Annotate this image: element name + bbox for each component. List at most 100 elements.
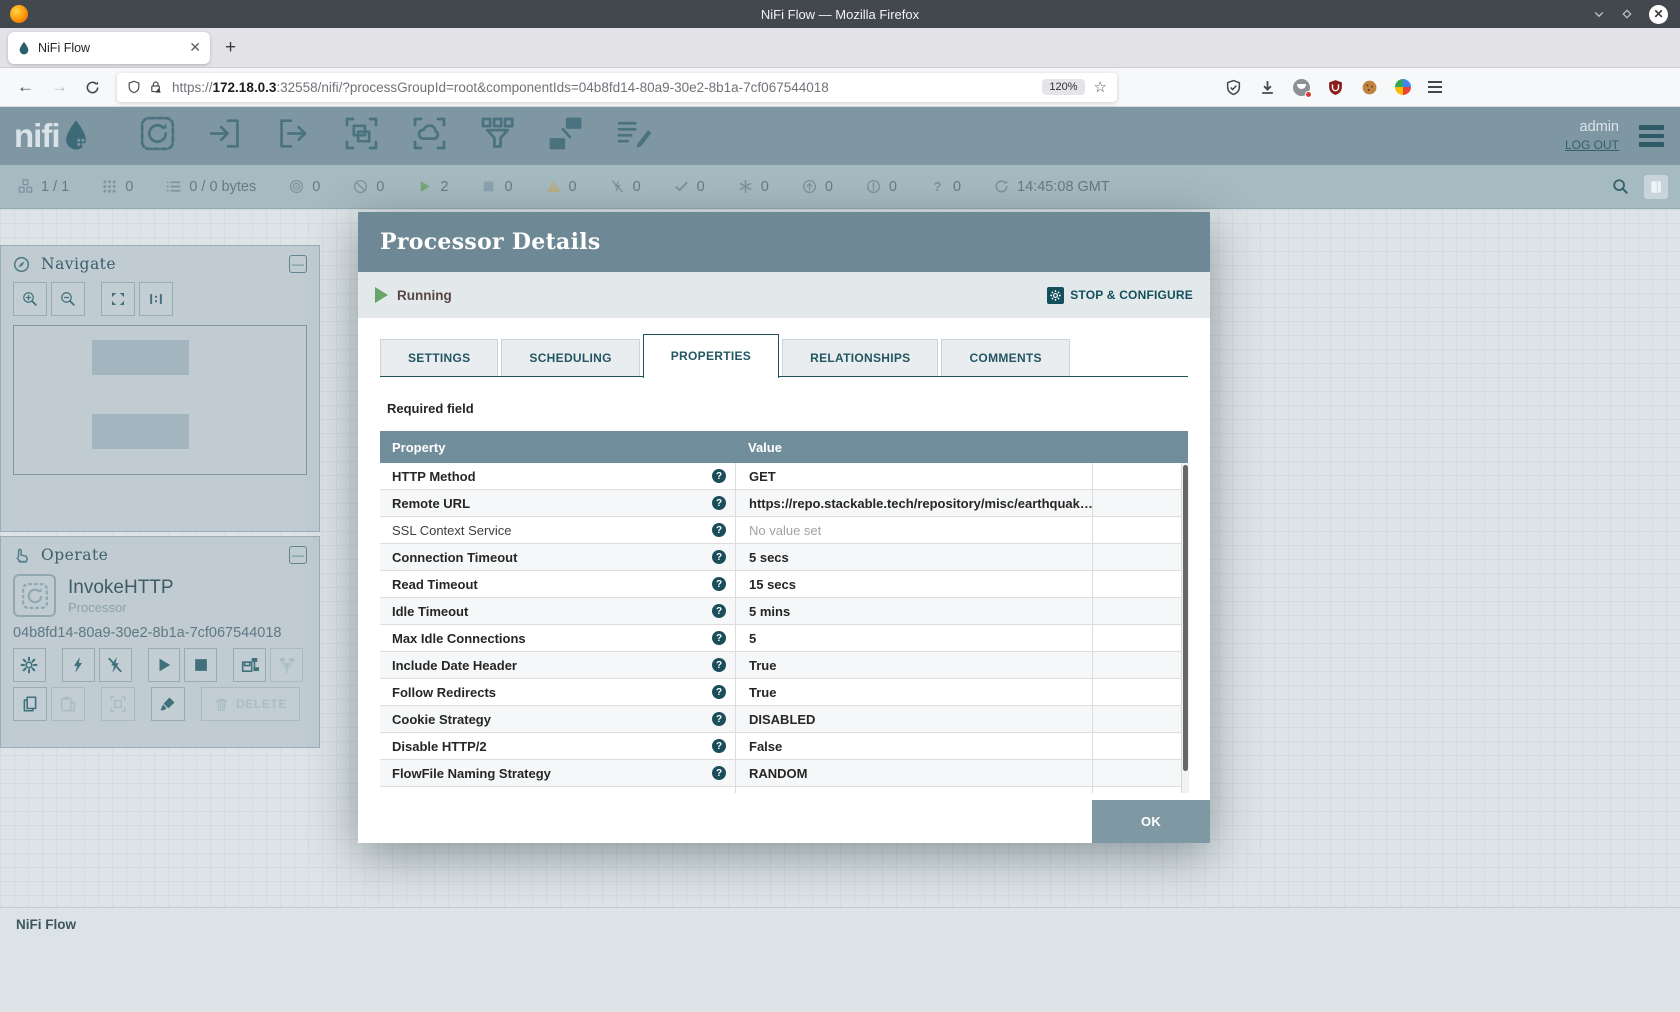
fit-button[interactable] bbox=[101, 282, 135, 316]
property-value-cell[interactable]: True bbox=[735, 679, 1092, 705]
property-row[interactable]: Read Timeout?15 secs bbox=[380, 571, 1188, 598]
logout-link[interactable]: LOG OUT bbox=[1565, 138, 1619, 152]
upload-template-button[interactable] bbox=[270, 648, 303, 682]
property-value-cell[interactable]: RANDOM bbox=[735, 760, 1092, 786]
property-value-cell[interactable]: GET bbox=[735, 463, 1092, 489]
pocket-shield-icon[interactable] bbox=[1225, 79, 1242, 96]
property-row[interactable]: Connection Timeout?5 secs bbox=[380, 544, 1188, 571]
property-row[interactable]: Include Date Header?True bbox=[380, 652, 1188, 679]
property-help-icon[interactable]: ? bbox=[712, 739, 726, 753]
property-value-cell[interactable]: https://repo.stackable.tech/repository/m… bbox=[735, 490, 1092, 516]
property-row[interactable]: FlowFile Naming Strategy?RANDOM bbox=[380, 760, 1188, 787]
breadcrumb[interactable]: NiFi Flow bbox=[16, 917, 76, 932]
property-row[interactable]: HTTP Method?GET bbox=[380, 463, 1188, 490]
tab-comments[interactable]: COMMENTS bbox=[941, 339, 1069, 377]
window-maximize-icon[interactable] bbox=[1621, 8, 1633, 20]
property-help-icon[interactable]: ? bbox=[712, 766, 726, 780]
property-row[interactable]: Max Idle Connections?5 bbox=[380, 625, 1188, 652]
tab-settings[interactable]: SETTINGS bbox=[380, 339, 498, 377]
property-help-icon[interactable]: ? bbox=[712, 712, 726, 726]
cookie-icon[interactable] bbox=[1361, 79, 1378, 96]
property-value-cell[interactable]: 5 mins bbox=[735, 598, 1092, 624]
property-row[interactable]: SSL Context Service?No value set bbox=[380, 517, 1188, 544]
property-help-icon[interactable]: ? bbox=[712, 658, 726, 672]
zoom-level-badge[interactable]: 120% bbox=[1042, 79, 1084, 95]
property-help-icon[interactable]: ? bbox=[712, 469, 726, 483]
template-tool[interactable] bbox=[545, 113, 586, 159]
tab-relationships[interactable]: RELATIONSHIPS bbox=[782, 339, 938, 377]
property-help-icon[interactable]: ? bbox=[712, 523, 726, 537]
property-value-cell[interactable]: 5 secs bbox=[735, 544, 1092, 570]
zoom-in-button[interactable] bbox=[13, 282, 47, 316]
property-row[interactable]: Remote URL?https://repo.stackable.tech/r… bbox=[380, 490, 1188, 517]
property-value-cell[interactable]: False bbox=[735, 733, 1092, 759]
scrollbar-thumb[interactable] bbox=[1183, 465, 1188, 771]
bulletin-panel-toggle[interactable] bbox=[1644, 175, 1668, 199]
window-close-icon[interactable]: ✕ bbox=[1649, 5, 1668, 24]
property-help-icon[interactable]: ? bbox=[712, 604, 726, 618]
navigate-collapse-button[interactable]: — bbox=[289, 255, 307, 273]
property-value-cell[interactable]: True bbox=[735, 652, 1092, 678]
property-row[interactable]: Proxy Configuration Service?No value set bbox=[380, 787, 1188, 793]
property-value-cell[interactable]: DISABLED bbox=[735, 706, 1092, 732]
group-button[interactable] bbox=[101, 687, 135, 721]
funnel-tool[interactable] bbox=[477, 113, 518, 159]
extension-pinwheel-icon[interactable] bbox=[1395, 79, 1411, 95]
ublock-icon[interactable] bbox=[1327, 79, 1344, 96]
table-scrollbar[interactable] bbox=[1181, 463, 1189, 793]
search-icon[interactable] bbox=[1612, 178, 1629, 195]
downloads-icon[interactable] bbox=[1259, 79, 1276, 96]
tab-properties[interactable]: PROPERTIES bbox=[643, 334, 779, 378]
process-group-tool[interactable] bbox=[341, 113, 382, 159]
trash-button[interactable]: DELETE bbox=[201, 687, 300, 721]
stop-and-configure-button[interactable]: STOP & CONFIGURE bbox=[1047, 287, 1193, 304]
operate-collapse-button[interactable]: — bbox=[289, 546, 307, 564]
url-bar[interactable]: https://172.18.0.3:32558/nifi/?processGr… bbox=[117, 73, 1117, 102]
back-button[interactable]: ← bbox=[17, 77, 34, 97]
processor-tool[interactable] bbox=[137, 113, 178, 159]
ok-button[interactable]: OK bbox=[1092, 800, 1210, 843]
property-row[interactable]: Disable HTTP/2?False bbox=[380, 733, 1188, 760]
zoom-out-button[interactable] bbox=[51, 282, 85, 316]
property-row[interactable]: Follow Redirects?True bbox=[380, 679, 1188, 706]
browser-tab[interactable]: NiFi Flow ✕ bbox=[8, 32, 210, 64]
paste-button[interactable] bbox=[51, 687, 85, 721]
property-help-icon[interactable]: ? bbox=[712, 550, 726, 564]
actual-size-button[interactable] bbox=[139, 282, 173, 316]
label-tool[interactable] bbox=[613, 113, 654, 159]
property-row[interactable]: Cookie Strategy?DISABLED bbox=[380, 706, 1188, 733]
tab-scheduling[interactable]: SCHEDULING bbox=[501, 339, 639, 377]
property-help-icon[interactable]: ? bbox=[712, 631, 726, 645]
tab-close-icon[interactable]: ✕ bbox=[189, 39, 201, 56]
bolt-button[interactable] bbox=[62, 648, 95, 682]
property-help-icon[interactable]: ? bbox=[712, 496, 726, 510]
bookmark-star-icon[interactable]: ☆ bbox=[1094, 78, 1107, 96]
play-button[interactable] bbox=[148, 648, 181, 682]
copy-button[interactable] bbox=[13, 687, 47, 721]
input-port-tool[interactable] bbox=[205, 113, 246, 159]
property-value-cell[interactable]: No value set bbox=[735, 517, 1092, 543]
output-port-tool[interactable] bbox=[273, 113, 314, 159]
browser-menu-icon[interactable] bbox=[1428, 81, 1442, 93]
gear-button[interactable] bbox=[13, 648, 46, 682]
save-flow-button[interactable] bbox=[233, 648, 266, 682]
stop-button[interactable] bbox=[184, 648, 217, 682]
window-minimize-icon[interactable] bbox=[1593, 8, 1605, 20]
brush-button[interactable] bbox=[151, 687, 185, 721]
multi-account-mask-icon[interactable] bbox=[1293, 79, 1310, 96]
property-help-icon[interactable]: ? bbox=[712, 577, 726, 591]
property-help-icon[interactable]: ? bbox=[712, 685, 726, 699]
property-value-cell[interactable]: No value set bbox=[735, 787, 1092, 793]
property-row[interactable]: Idle Timeout?5 mins bbox=[380, 598, 1188, 625]
minimap[interactable] bbox=[13, 325, 307, 475]
global-menu-icon[interactable] bbox=[1639, 125, 1664, 147]
tracking-shield-icon[interactable] bbox=[127, 80, 141, 94]
reload-button[interactable] bbox=[85, 80, 100, 95]
lock-warning-icon[interactable] bbox=[149, 80, 163, 94]
forward-button[interactable]: → bbox=[51, 77, 68, 97]
property-value-cell[interactable]: 5 bbox=[735, 625, 1092, 651]
new-tab-button[interactable]: + bbox=[225, 38, 236, 57]
property-value-cell[interactable]: 15 secs bbox=[735, 571, 1092, 597]
bolt-slash-button[interactable] bbox=[99, 648, 132, 682]
remote-process-group-tool[interactable] bbox=[409, 113, 450, 159]
